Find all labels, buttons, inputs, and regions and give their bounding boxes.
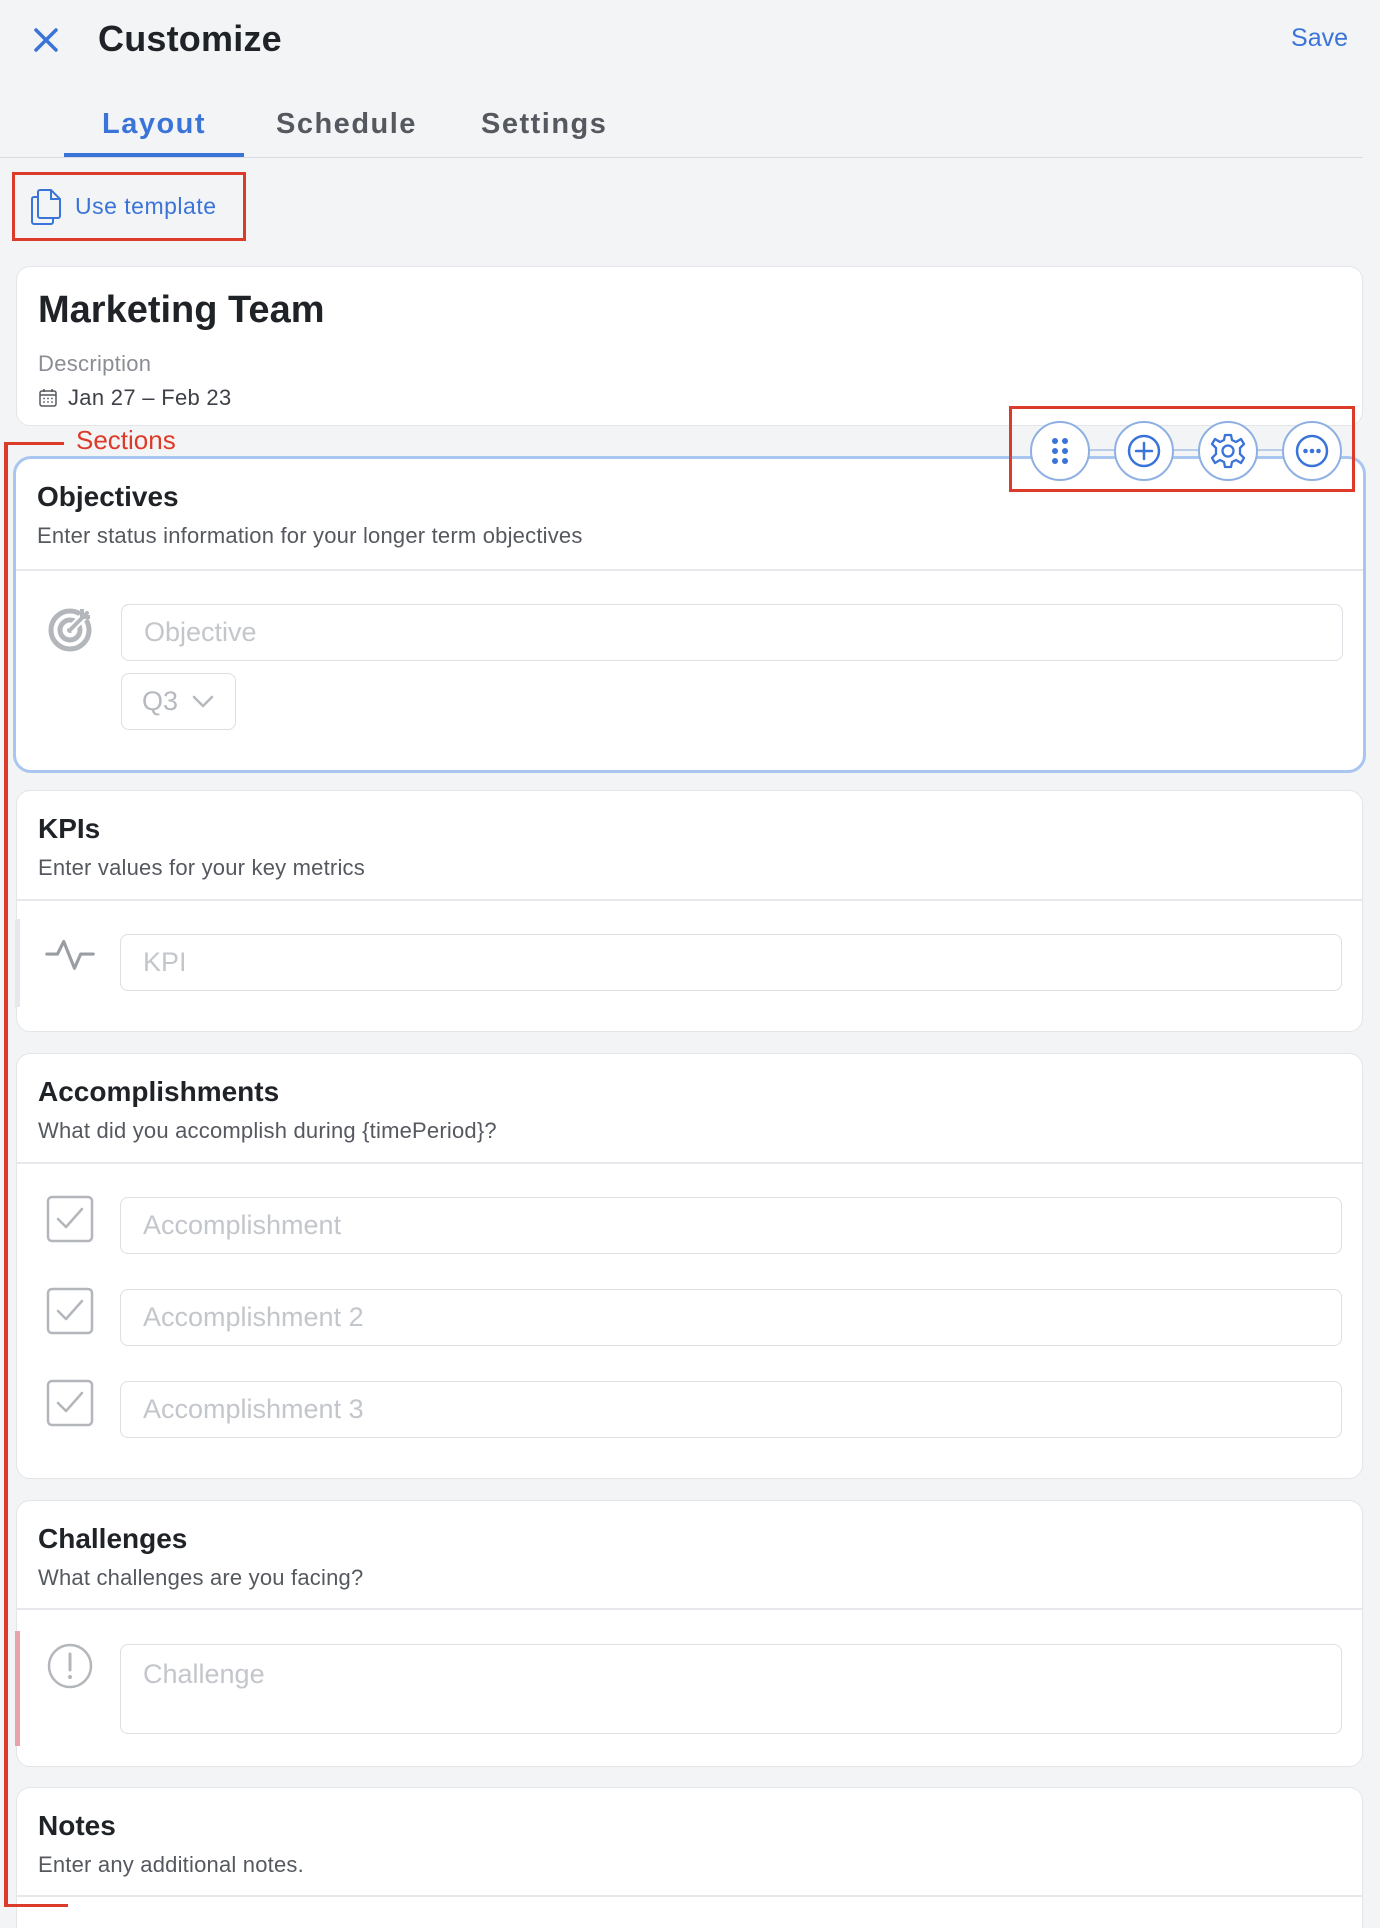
plus-circle-icon <box>1127 434 1161 468</box>
report-description[interactable]: Description <box>38 351 151 377</box>
section-accomplishments[interactable]: Accomplishments What did you accomplish … <box>16 1053 1363 1479</box>
accomplishment-input[interactable]: Accomplishment 2 <box>120 1289 1342 1346</box>
section-title: Accomplishments <box>38 1076 280 1107</box>
report-header-card: Marketing Team Description Jan 27 – Feb … <box>16 266 1363 426</box>
tab-layout[interactable]: Layout <box>102 108 206 141</box>
report-title[interactable]: Marketing Team <box>38 289 324 332</box>
section-objectives[interactable]: Objectives Enter status information for … <box>13 456 1366 773</box>
drag-handle-button[interactable] <box>1030 421 1090 481</box>
tab-schedule[interactable]: Schedule <box>276 108 417 141</box>
section-divider <box>16 569 1363 571</box>
section-divider <box>17 1608 1362 1610</box>
active-tab-indicator <box>64 153 244 157</box>
section-subtitle: Enter any additional notes. <box>38 1852 304 1877</box>
gear-icon <box>1210 433 1246 469</box>
use-template-label: Use template <box>75 193 217 219</box>
add-section-button[interactable] <box>1114 421 1174 481</box>
section-kpis[interactable]: KPIs Enter values for your key metrics K… <box>15 790 1363 1032</box>
section-settings-button[interactable] <box>1198 421 1258 481</box>
more-horizontal-icon <box>1295 434 1329 468</box>
copy-document-icon <box>31 188 61 225</box>
quarter-select[interactable]: Q3 <box>121 673 236 730</box>
section-notes[interactable]: Notes Enter any additional notes. <box>16 1787 1363 1928</box>
challenge-textarea[interactable]: Challenge <box>120 1644 1342 1734</box>
quarter-value: Q3 <box>142 686 179 716</box>
section-title: Notes <box>38 1810 116 1841</box>
report-date-range[interactable]: Jan 27 – Feb 23 <box>38 385 232 411</box>
checkbox-icon[interactable] <box>45 1378 95 1428</box>
section-challenges[interactable]: Challenges What challenges are you facin… <box>15 1500 1363 1767</box>
section-subtitle: Enter values for your key metrics <box>38 855 365 880</box>
tab-settings[interactable]: Settings <box>481 108 607 141</box>
section-subtitle: What did you accomplish during {timePeri… <box>38 1118 497 1143</box>
checkbox-icon[interactable] <box>45 1286 95 1336</box>
calendar-icon <box>39 389 57 407</box>
row-marker <box>15 919 20 1007</box>
accomplishment-input[interactable]: Accomplishment <box>120 1197 1342 1254</box>
section-divider <box>17 899 1362 901</box>
section-subtitle: Enter status information for your longer… <box>37 523 583 548</box>
section-title: Challenges <box>38 1523 188 1554</box>
date-range-text: Jan 27 – Feb 23 <box>68 385 232 410</box>
close-button[interactable] <box>26 20 66 60</box>
section-divider <box>17 1162 1362 1164</box>
kpi-input[interactable]: KPI <box>120 934 1342 991</box>
section-divider <box>17 1895 1362 1897</box>
sections-bracket-top <box>4 442 64 445</box>
accomplishment-input[interactable]: Accomplishment 3 <box>120 1381 1342 1438</box>
tab-bar: Layout Schedule Settings <box>0 98 1363 158</box>
target-icon <box>47 603 97 653</box>
page-title: Customize <box>98 18 282 59</box>
sections-bracket-bottom <box>4 1904 68 1907</box>
close-icon <box>34 28 58 52</box>
sections-annotation-label: Sections <box>76 425 176 455</box>
chevron-down-icon <box>192 695 214 707</box>
more-options-button[interactable] <box>1282 421 1342 481</box>
checkbox-icon[interactable] <box>45 1194 95 1244</box>
use-template-button[interactable]: Use template <box>12 172 246 241</box>
section-subtitle: What challenges are you facing? <box>38 1565 364 1590</box>
section-toolbar <box>1009 406 1355 492</box>
alert-circle-icon <box>45 1641 95 1691</box>
drag-handle-icon <box>1052 438 1068 464</box>
objective-input[interactable]: Objective <box>121 604 1343 661</box>
pulse-icon <box>45 929 95 979</box>
challenge-marker <box>15 1631 20 1746</box>
sections-bracket <box>4 442 8 1907</box>
section-title: KPIs <box>38 813 101 844</box>
save-button[interactable]: Save <box>1291 24 1348 53</box>
